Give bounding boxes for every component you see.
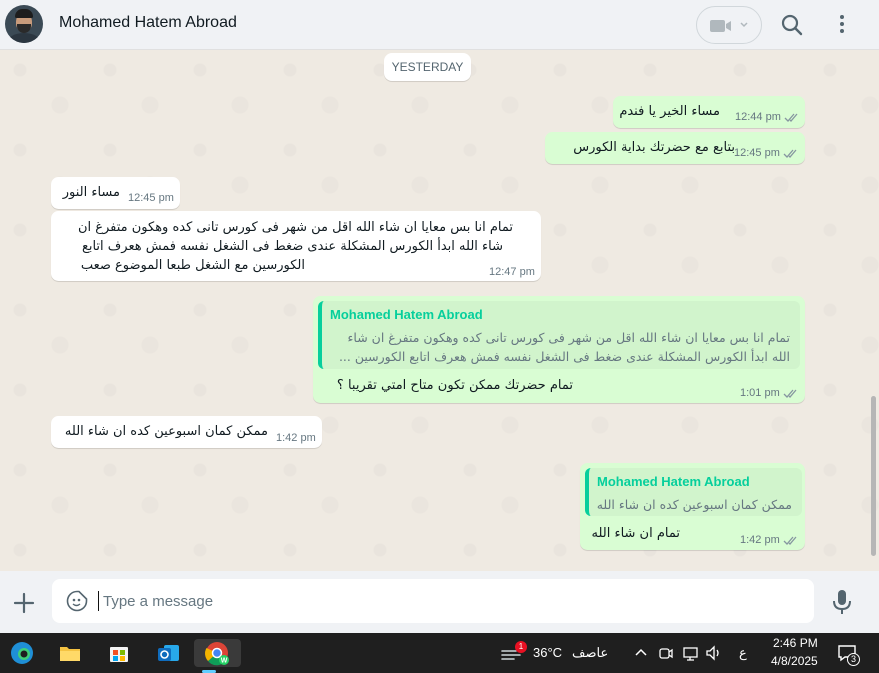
clock-time[interactable]: 2:46 PM [773,636,818,650]
menu-dots-icon[interactable] [829,12,855,38]
message-bubble-outgoing[interactable]: Mohamed Hatem Abroad ممكن كمان اسبوعين ك… [580,463,805,550]
message-bubble-outgoing[interactable]: Mohamed Hatem Abroad تمام انا بس معايا ا… [313,296,805,403]
network-icon[interactable] [682,645,700,661]
message-text: ممكن كمان اسبوعين كده ان شاء الله [64,424,268,439]
message-meta: 1:01 pm [740,387,799,399]
volume-icon[interactable] [705,645,723,661]
double-check-icon [784,113,798,122]
message-time: 12:45 pm [734,147,780,159]
contact-avatar[interactable] [5,5,43,43]
message-bubble-incoming[interactable]: تمام انا بس معايا ان شاء الله اقل من شهر… [51,211,541,281]
windows-taskbar: W 1 36°C عاصف ع 2:46 PM 4/8/2025 3 [0,633,879,673]
message-list[interactable]: YESTERDAY مساء الخير يا فندم 12:44 pm بت… [0,50,879,571]
message-text: مساء الخير يا فندم [619,104,720,119]
svg-text:W: W [221,658,228,665]
chevron-up-icon[interactable] [634,646,648,658]
quoted-text-line: تمام انا بس معايا ان شاء الله اقل من شهر… [347,330,790,345]
file-explorer-icon[interactable] [55,639,85,667]
message-text-line: شاء الله ابدأ الكورس المشكلة عندى ضغط فى… [81,239,503,254]
quoted-author: Mohamed Hatem Abroad [330,307,483,322]
double-check-icon [783,389,797,398]
message-time: 12:44 pm [735,111,781,123]
message-input[interactable] [98,591,778,611]
quoted-author: Mohamed Hatem Abroad [597,474,750,489]
message-time: 12:47 pm [489,266,535,278]
quoted-message[interactable]: Mohamed Hatem Abroad تمام انا بس معايا ا… [318,301,800,369]
message-meta: 1:42 pm [740,534,799,546]
message-text-line: تمام انا بس معايا ان شاء الله اقل من شهر… [77,220,513,235]
message-composer [0,571,879,633]
message-bubble-incoming[interactable]: ممكن كمان اسبوعين كده ان شاء الله 1:42 p… [51,416,322,448]
chat-header: Mohamed Hatem Abroad [0,0,879,50]
message-text-line: الكورسين مع الشغل طبعا الموضوع صعب [80,258,305,273]
contact-name[interactable]: Mohamed Hatem Abroad [59,14,237,32]
message-meta: 12:44 pm [735,111,800,123]
chevron-down-icon [740,22,748,28]
quoted-message[interactable]: Mohamed Hatem Abroad ممكن كمان اسبوعين ك… [585,468,802,516]
video-camera-icon [710,20,731,32]
message-time: 1:42 pm [276,432,316,444]
message-time: 1:42 pm [740,534,780,546]
search-icon[interactable] [779,12,805,38]
attach-plus-icon[interactable] [11,590,37,616]
microphone-icon[interactable] [831,588,853,616]
microsoft-store-icon[interactable] [104,639,134,667]
outlook-icon[interactable] [154,639,184,667]
weather-temperature[interactable]: 36°C [533,645,562,660]
weather-alert-badge: 1 [515,641,527,653]
chrome-whatsapp-icon[interactable]: W [194,639,241,673]
message-bubble-outgoing[interactable]: مساء الخير يا فندم 12:44 pm [613,96,805,128]
notification-count: 3 [847,653,860,666]
message-input-box [52,579,814,623]
edge-browser-icon[interactable] [7,639,37,667]
clock-date[interactable]: 4/8/2025 [771,654,818,668]
message-time: 1:01 pm [740,387,780,399]
input-language[interactable]: ع [739,645,747,661]
message-text: بتابع مع حضرتك بداية الكورس [573,140,735,155]
video-call-button[interactable] [696,6,762,44]
message-text: تمام حضرتك ممكن تكون متاح امتي تقريبا ؟ [336,378,573,393]
chat-scrollbar[interactable] [871,396,876,556]
message-text: تمام ان شاء الله [591,526,680,541]
camera-tray-icon[interactable] [658,645,674,661]
message-meta: 12:45 pm [734,147,799,159]
date-separator: YESTERDAY [384,53,471,81]
weather-description[interactable]: عاصف [572,645,608,661]
double-check-icon [783,536,797,545]
sticker-icon[interactable] [66,590,88,612]
double-check-icon [783,149,797,158]
message-text: مساء النور [62,185,120,200]
quoted-text-line: الله ابدأ الكورس المشكلة عندى ضغط فى الش… [338,349,790,364]
quoted-text-line: ممكن كمان اسبوعين كده ان شاء الله [596,497,792,512]
message-bubble-outgoing[interactable]: بتابع مع حضرتك بداية الكورس 12:45 pm [545,132,805,164]
message-bubble-incoming[interactable]: مساء النور 12:45 pm [51,177,180,209]
message-time: 12:45 pm [128,192,174,204]
